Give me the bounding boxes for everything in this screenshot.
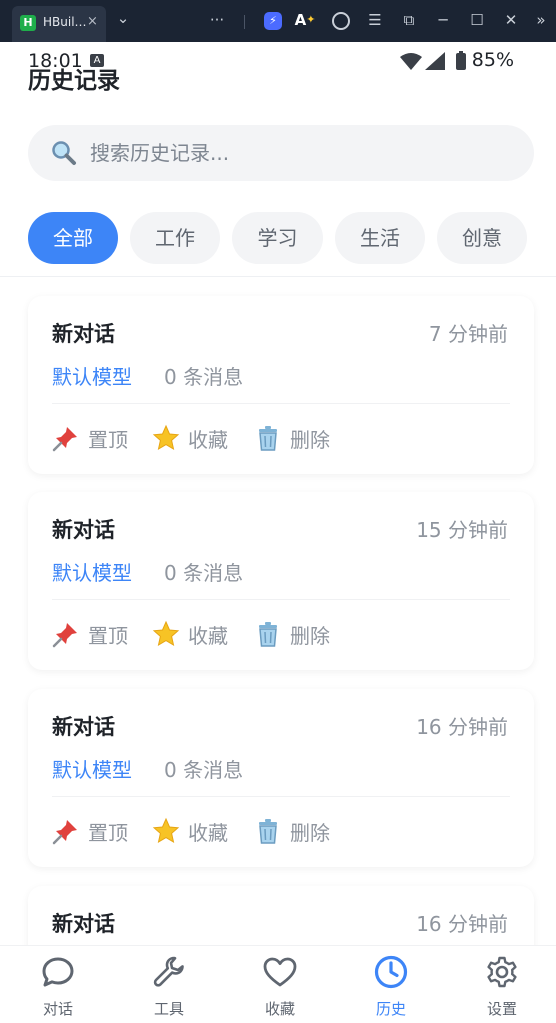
signal-icons	[400, 51, 466, 70]
pin-label: 置顶	[88, 428, 128, 452]
profile-avatar-icon[interactable]	[332, 12, 350, 30]
card-title: 新对话	[52, 715, 115, 739]
picture-in-picture-icon[interactable]: ⧉	[398, 10, 420, 32]
pin-label: 置顶	[88, 624, 128, 648]
delete-button[interactable]: 删除	[254, 620, 330, 649]
favorite-button[interactable]: 收藏	[152, 817, 228, 846]
pushpin-icon	[52, 427, 77, 452]
close-window-icon[interactable]: ✕	[500, 10, 522, 32]
maximize-icon[interactable]: ☐	[466, 10, 488, 32]
card-time: 15 分钟前	[416, 518, 508, 542]
battery-icon	[456, 53, 466, 70]
card-time: 16 分钟前	[416, 715, 508, 739]
nav-label-favorites: 收藏	[264, 1000, 295, 1018]
delete-button[interactable]: 删除	[254, 817, 330, 846]
card-model[interactable]: 默认模型	[52, 754, 132, 783]
cell-signal-icon	[425, 52, 445, 70]
bottom-nav: 对话 工具 收藏 历史 设置	[0, 945, 556, 1023]
pin-button[interactable]: 置顶	[52, 620, 128, 649]
nav-item-favorites[interactable]: 收藏	[240, 954, 320, 1020]
browser-chrome: H HBuil… × ⌄ ··· ⚡ A✦ ☰ ⧉ ─ ☐ ✕ »	[0, 0, 556, 42]
delete-label: 删除	[290, 428, 330, 452]
card-message-count: 0 条消息	[164, 758, 244, 782]
delete-label: 删除	[290, 821, 330, 845]
menu-icon[interactable]: ☰	[364, 10, 386, 32]
clock-icon	[374, 955, 408, 989]
wrench-icon	[153, 956, 184, 987]
nav-item-tools[interactable]: 工具	[129, 954, 209, 1020]
pushpin-icon	[52, 820, 77, 845]
page-title: 历史记录	[28, 68, 120, 94]
card-divider	[52, 599, 510, 600]
filter-chip-life[interactable]: 生活	[335, 212, 425, 264]
nav-item-settings[interactable]: 设置	[462, 954, 542, 1020]
favorite-button[interactable]: 收藏	[152, 620, 228, 649]
nav-label-history: 历史	[375, 1000, 406, 1018]
favorite-button[interactable]: 收藏	[152, 424, 228, 453]
wifi-icon	[400, 53, 422, 70]
favorite-label: 收藏	[188, 428, 228, 452]
card-time: 16 分钟前	[416, 912, 508, 936]
tab-title: HBuil…	[43, 15, 87, 29]
star-icon	[152, 817, 180, 844]
chips-divider	[0, 276, 556, 277]
trash-icon	[259, 426, 277, 451]
nav-label-chat: 对话	[42, 1000, 73, 1018]
tab-close-icon[interactable]: ×	[87, 14, 98, 29]
pin-label: 置顶	[88, 821, 128, 845]
history-card[interactable]: 新对话 16 分钟前 默认模型 0 条消息 置顶 收藏 删除	[28, 689, 534, 867]
delete-label: 删除	[290, 624, 330, 648]
search-bar	[28, 125, 534, 181]
search-input[interactable]	[90, 125, 510, 181]
history-card[interactable]: 新对话 15 分钟前 默认模型 0 条消息 置顶 收藏 删除	[28, 492, 534, 670]
card-divider	[52, 796, 510, 797]
filter-chip-study[interactable]: 学习	[232, 212, 323, 264]
card-message-count: 0 条消息	[164, 365, 244, 389]
nav-label-settings: 设置	[486, 1000, 517, 1018]
pin-button[interactable]: 置顶	[52, 424, 128, 453]
gear-icon	[487, 956, 517, 988]
heart-icon	[263, 957, 297, 987]
delete-button[interactable]: 删除	[254, 424, 330, 453]
minimize-icon[interactable]: ─	[432, 10, 454, 32]
star-icon	[152, 424, 180, 451]
tab-dropdown-icon[interactable]: ⌄	[112, 8, 134, 30]
filter-chip-work[interactable]: 工作	[130, 212, 220, 264]
ai-extension-icon[interactable]: A✦	[294, 10, 316, 32]
card-title: 新对话	[52, 322, 115, 346]
hbuilder-favicon-icon: H	[20, 15, 36, 31]
chat-bubble-icon	[42, 957, 74, 987]
history-card[interactable]: 新对话 7 分钟前 默认模型 0 条消息 置顶 收藏 删除	[28, 296, 534, 474]
card-model[interactable]: 默认模型	[52, 361, 132, 390]
card-model[interactable]: 默认模型	[52, 557, 132, 586]
expand-icon[interactable]: »	[530, 10, 552, 32]
search-icon	[52, 141, 76, 165]
favorite-label: 收藏	[188, 821, 228, 845]
card-divider	[52, 403, 510, 404]
card-title: 新对话	[52, 912, 115, 936]
card-time: 7 分钟前	[428, 322, 508, 346]
pushpin-icon	[52, 623, 77, 648]
card-message-count: 0 条消息	[164, 561, 244, 585]
more-icon[interactable]: ···	[206, 10, 228, 32]
pin-button[interactable]: 置顶	[52, 817, 128, 846]
trash-icon	[259, 819, 277, 844]
nav-item-history[interactable]: 历史	[351, 954, 431, 1020]
card-title: 新对话	[52, 518, 115, 542]
lightning-extension-icon[interactable]: ⚡	[264, 12, 282, 30]
filter-chip-creative[interactable]: 创意	[437, 212, 527, 264]
nav-item-chat[interactable]: 对话	[18, 954, 98, 1020]
nav-label-tools: 工具	[153, 1000, 184, 1018]
star-icon	[152, 620, 180, 647]
browser-tab[interactable]: H HBuil… ×	[12, 6, 106, 42]
favorite-label: 收藏	[188, 624, 228, 648]
trash-icon	[259, 622, 277, 647]
chrome-divider	[244, 15, 245, 29]
battery-level: 85%	[471, 49, 514, 71]
filter-chip-all[interactable]: 全部	[28, 212, 118, 264]
